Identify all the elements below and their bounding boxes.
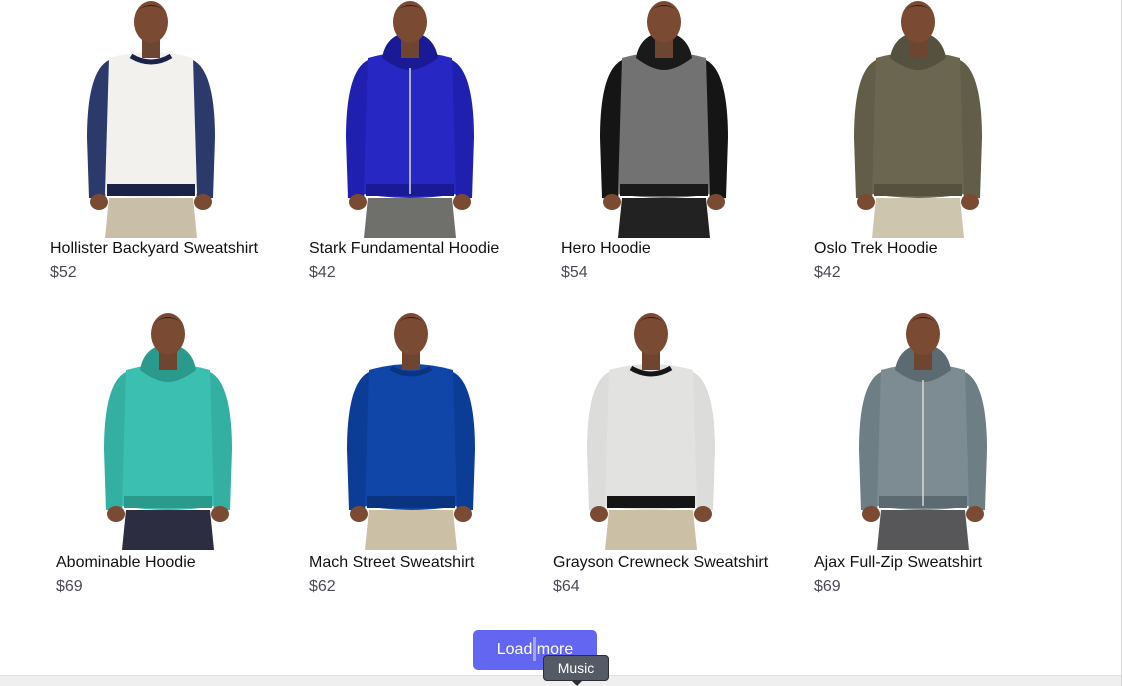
product-card[interactable]: Abominable Hoodie $69 — [48, 310, 288, 600]
product-name[interactable]: Stark Fundamental Hoodie — [309, 240, 499, 258]
product-card[interactable]: Hero Hoodie $54 — [544, 0, 784, 288]
product-price: $42 — [309, 264, 336, 281]
product-card[interactable]: Ajax Full-Zip Sweatshirt $69 — [803, 310, 1043, 600]
product-image[interactable] — [544, 0, 784, 238]
product-name[interactable]: Abominable Hoodie — [56, 554, 196, 572]
product-image[interactable] — [48, 310, 288, 550]
product-price: $42 — [814, 264, 841, 281]
product-list-page: Hollister Backyard Sweatshirt $52 Stark … — [0, 0, 1122, 686]
product-image[interactable] — [31, 0, 271, 238]
music-tooltip: Music — [543, 655, 609, 686]
product-card[interactable]: Hollister Backyard Sweatshirt $52 — [31, 0, 271, 288]
product-image[interactable] — [290, 0, 530, 238]
product-name[interactable]: Hero Hoodie — [561, 240, 651, 258]
model-illustration — [104, 313, 232, 550]
product-name[interactable]: Mach Street Sweatshirt — [309, 554, 474, 572]
model-illustration — [347, 313, 475, 550]
model-illustration — [854, 1, 982, 238]
product-card[interactable]: Mach Street Sweatshirt $62 — [291, 310, 531, 600]
model-illustration — [859, 313, 987, 550]
product-image[interactable] — [531, 310, 771, 550]
product-name[interactable]: Ajax Full-Zip Sweatshirt — [814, 554, 982, 572]
product-name[interactable]: Hollister Backyard Sweatshirt — [50, 240, 258, 258]
product-card[interactable]: Stark Fundamental Hoodie $42 — [290, 0, 530, 288]
model-illustration — [587, 313, 715, 550]
product-card[interactable]: Oslo Trek Hoodie $42 — [798, 0, 1038, 288]
product-price: $64 — [553, 578, 580, 595]
product-price: $62 — [309, 578, 336, 595]
model-illustration — [87, 1, 215, 238]
product-card[interactable]: Grayson Crewneck Sweatshirt $64 — [531, 310, 771, 600]
product-image[interactable] — [803, 310, 1043, 550]
product-price: $52 — [50, 264, 77, 281]
product-price: $69 — [56, 578, 83, 595]
product-name[interactable]: Oslo Trek Hoodie — [814, 240, 938, 258]
product-image[interactable] — [798, 0, 1038, 238]
text-cursor — [533, 637, 536, 661]
model-illustration — [346, 1, 474, 238]
model-illustration — [600, 1, 728, 238]
product-price: $69 — [814, 578, 841, 595]
product-name[interactable]: Grayson Crewneck Sweatshirt — [553, 554, 768, 572]
product-image[interactable] — [291, 310, 531, 550]
product-price: $54 — [561, 264, 588, 281]
